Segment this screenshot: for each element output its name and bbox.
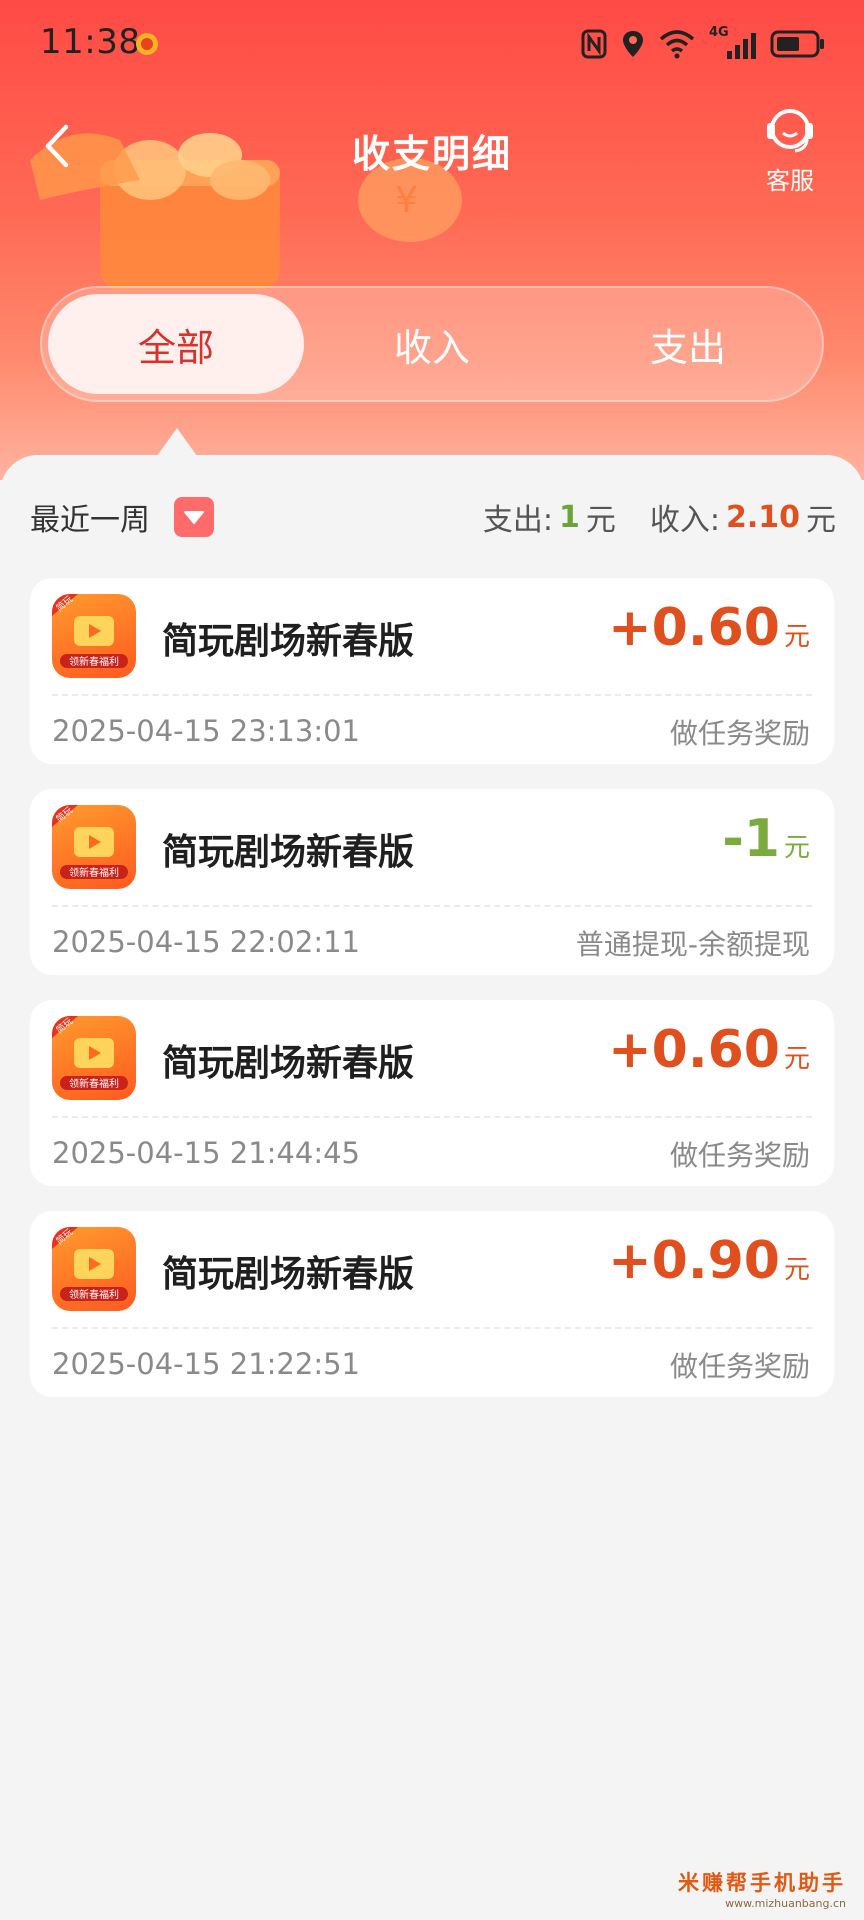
triangle-down-icon: [184, 511, 204, 524]
transaction-datetime: 2025-04-15 21:44:45: [52, 1136, 360, 1170]
app-icon: 简玩 领新春福利: [52, 1016, 136, 1100]
income-label: 收入:: [649, 503, 720, 538]
transaction-amount: +0.90 元: [608, 1231, 810, 1291]
transaction-app-name: 简玩剧场新春版: [162, 832, 415, 873]
period-summary: 支出: 1 元 收入: 2.10 元: [483, 495, 836, 539]
watermark-url: www.mizhuanbang.cn: [725, 1897, 846, 1910]
customer-service-label: 客服: [766, 167, 814, 195]
app-icon-caption: 领新春福利: [69, 866, 119, 879]
headset-icon: [767, 109, 813, 153]
signal-icon: 4G: [709, 25, 756, 59]
app-icon: 简玩 领新春福利: [52, 805, 136, 889]
transaction-card[interactable]: 简玩 领新春福利 简玩剧场新春版 +0.60 元 2025-04-15 21:44…: [30, 1000, 834, 1186]
app-icon-caption: 领新春福利: [69, 1288, 119, 1301]
expense-total: 1: [558, 499, 580, 535]
period-filter[interactable]: 最近一周: [30, 495, 214, 539]
card-divider: [52, 694, 812, 696]
transaction-description: 普通提现-余额提现: [575, 928, 810, 961]
transaction-app-name: 简玩剧场新春版: [162, 621, 415, 662]
app-icon-caption: 领新春福利: [69, 1077, 119, 1090]
nav-bar: 收支明细 客服: [0, 95, 864, 215]
app-icon: 简玩 领新春福利: [52, 1227, 136, 1311]
status-app-icon: [136, 33, 158, 55]
customer-service-button[interactable]: 客服: [754, 105, 826, 196]
tab-pointer: [157, 428, 197, 456]
transaction-amount: +0.60 元: [608, 1020, 810, 1080]
transaction-description: 做任务奖励: [669, 717, 810, 750]
nfc-icon: [581, 29, 607, 59]
transaction-card[interactable]: 简玩 领新春福利 简玩剧场新春版 +0.90 元 2025-04-15 21:22…: [30, 1211, 834, 1397]
dropdown-button[interactable]: [174, 497, 214, 537]
transaction-app-name: 简玩剧场新春版: [162, 1254, 415, 1295]
tab-income[interactable]: 收入: [304, 294, 560, 394]
transaction-card[interactable]: 简玩 领新春福利 简玩剧场新春版 +0.60 元 2025-04-15 23:13…: [30, 578, 834, 764]
transaction-datetime: 2025-04-15 21:22:51: [52, 1347, 360, 1381]
period-label: 最近一周: [30, 503, 150, 538]
page-title: 收支明细: [351, 132, 512, 176]
transaction-datetime: 2025-04-15 23:13:01: [52, 714, 360, 748]
status-bar: 11:38 4G: [0, 0, 864, 90]
status-icons: 4G: [581, 25, 826, 62]
wifi-icon: [659, 30, 695, 59]
expense-label: 支出:: [482, 503, 553, 538]
card-divider: [52, 1116, 812, 1118]
app-icon: 简玩 领新春福利: [52, 594, 136, 678]
watermark: 米赚帮手机助手 www.mizhuanbang.cn: [678, 1867, 846, 1910]
transaction-card[interactable]: 简玩 领新春福利 简玩剧场新春版 -1 元 2025-04-15 22:02:11…: [30, 789, 834, 975]
tab-bar: 全部 收入 支出: [40, 286, 824, 402]
watermark-title: 米赚帮手机助手: [678, 1870, 846, 1895]
transaction-app-name: 简玩剧场新春版: [162, 1043, 415, 1084]
expense-unit: 元: [585, 503, 616, 538]
tab-expense[interactable]: 支出: [560, 294, 816, 394]
card-divider: [52, 905, 812, 907]
network-type-label: 4G: [709, 25, 729, 40]
income-total: 2.10: [725, 499, 800, 535]
app-icon-caption: 领新春福利: [69, 655, 119, 668]
transaction-amount: -1 元: [722, 809, 810, 869]
location-icon: [623, 31, 643, 57]
transaction-description: 做任务奖励: [669, 1139, 810, 1172]
tab-all[interactable]: 全部: [48, 294, 304, 394]
transaction-datetime: 2025-04-15 22:02:11: [52, 925, 360, 959]
income-unit: 元: [806, 503, 836, 538]
transaction-description: 做任务奖励: [669, 1350, 810, 1383]
battery-icon: [770, 30, 824, 58]
status-time: 11:38: [40, 22, 141, 62]
card-divider: [52, 1327, 812, 1329]
transaction-amount: +0.60 元: [608, 598, 810, 658]
